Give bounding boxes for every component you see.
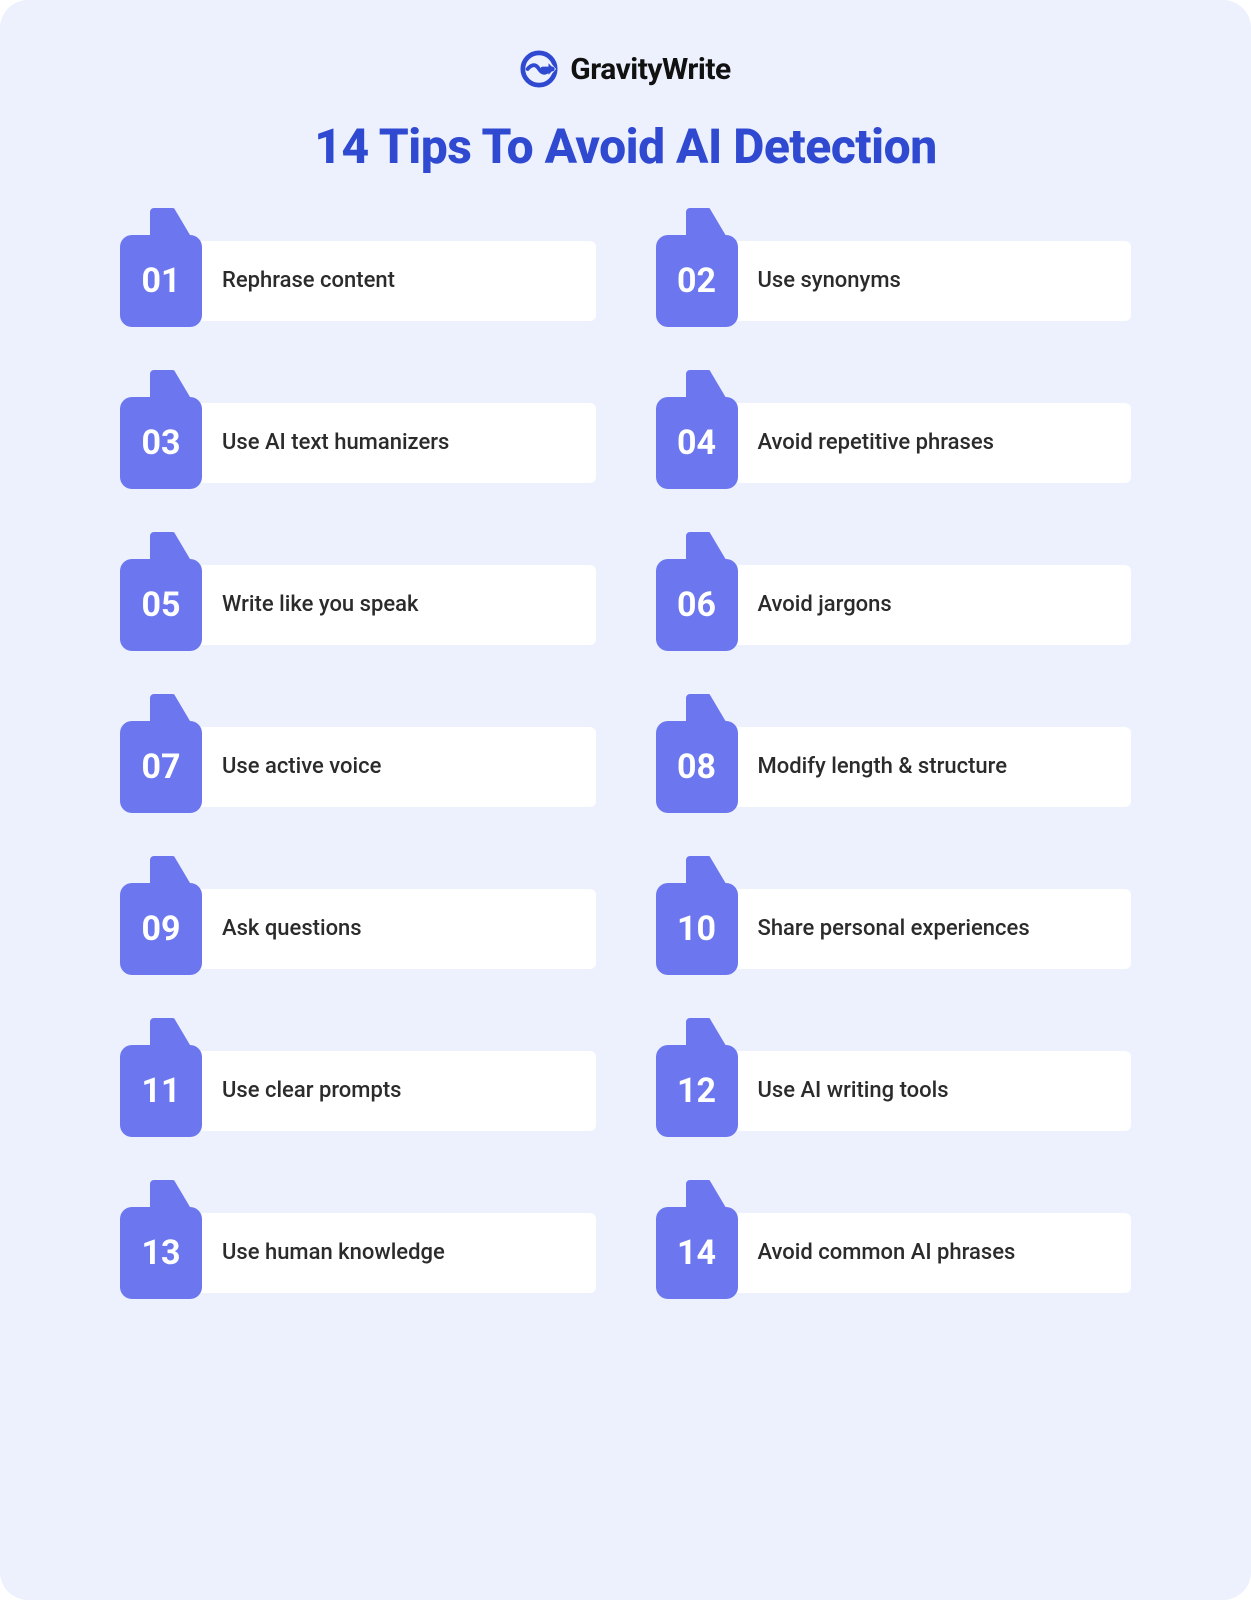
tip-card: Avoid common AI phrases — [714, 1213, 1132, 1293]
badge-tab — [150, 694, 190, 721]
tip-number-badge: 09 — [120, 883, 202, 975]
tip-text: Avoid repetitive phrases — [758, 429, 994, 458]
tip-text: Use synonyms — [758, 267, 901, 296]
tip-number-badge: 14 — [656, 1207, 738, 1299]
tip-number: 09 — [141, 909, 180, 949]
tip-number: 10 — [677, 909, 716, 949]
tip-item: 08 Modify length & structure — [656, 721, 1132, 813]
tip-number-badge: 02 — [656, 235, 738, 327]
tip-text: Share personal experiences — [758, 915, 1030, 944]
tip-item: 09 Ask questions — [120, 883, 596, 975]
tip-item: 01 Rephrase content — [120, 235, 596, 327]
page-title: 14 Tips To Avoid AI Detection — [0, 118, 1251, 175]
tip-text: Use AI text humanizers — [222, 429, 449, 458]
tip-item: 12 Use AI writing tools — [656, 1045, 1132, 1137]
tip-number-badge: 13 — [120, 1207, 202, 1299]
tip-item: 02 Use synonyms — [656, 235, 1132, 327]
tip-item: 04 Avoid repetitive phrases — [656, 397, 1132, 489]
tip-item: 11 Use clear prompts — [120, 1045, 596, 1137]
tip-number: 11 — [141, 1071, 180, 1111]
badge-tab — [150, 532, 190, 559]
badge-tab — [686, 694, 726, 721]
tip-item: 14 Avoid common AI phrases — [656, 1207, 1132, 1299]
tip-card: Use synonyms — [714, 241, 1132, 321]
tip-item: 03 Use AI text humanizers — [120, 397, 596, 489]
tip-number-badge: 05 — [120, 559, 202, 651]
brand-logo-icon — [520, 50, 558, 88]
tip-number-badge: 03 — [120, 397, 202, 489]
brand-header: GravityWrite — [0, 50, 1251, 88]
badge-tab — [686, 856, 726, 883]
badge-tab — [686, 208, 726, 235]
tip-card: Avoid jargons — [714, 565, 1132, 645]
brand-name: GravityWrite — [570, 52, 730, 87]
tip-number: 04 — [677, 423, 716, 463]
tip-card: Use AI writing tools — [714, 1051, 1132, 1131]
badge-tab — [150, 370, 190, 397]
tip-card: Avoid repetitive phrases — [714, 403, 1132, 483]
tip-number: 03 — [141, 423, 180, 463]
badge-tab — [686, 1180, 726, 1207]
badge-tab — [150, 1018, 190, 1045]
tip-number: 08 — [677, 747, 716, 787]
tip-number: 05 — [141, 585, 180, 625]
tip-number: 02 — [677, 261, 716, 301]
tip-item: 05 Write like you speak — [120, 559, 596, 651]
tip-number: 06 — [677, 585, 716, 625]
tip-number-badge: 07 — [120, 721, 202, 813]
tip-number: 13 — [141, 1233, 180, 1273]
tip-card: Use clear prompts — [178, 1051, 596, 1131]
tip-item: 06 Avoid jargons — [656, 559, 1132, 651]
tip-text: Ask questions — [222, 915, 362, 944]
tip-number-badge: 06 — [656, 559, 738, 651]
tip-card: Ask questions — [178, 889, 596, 969]
tip-text: Avoid common AI phrases — [758, 1239, 1016, 1268]
tip-text: Modify length & structure — [758, 753, 1008, 782]
tip-text: Rephrase content — [222, 267, 395, 296]
tip-number-badge: 10 — [656, 883, 738, 975]
tip-number-badge: 11 — [120, 1045, 202, 1137]
tip-text: Write like you speak — [222, 591, 418, 620]
badge-tab — [150, 856, 190, 883]
tip-number: 07 — [141, 747, 180, 787]
tip-card: Write like you speak — [178, 565, 596, 645]
tip-card: Use AI text humanizers — [178, 403, 596, 483]
badge-tab — [686, 1018, 726, 1045]
tip-card: Use human knowledge — [178, 1213, 596, 1293]
tip-text: Use human knowledge — [222, 1239, 445, 1268]
badge-tab — [150, 1180, 190, 1207]
tip-card: Modify length & structure — [714, 727, 1132, 807]
tip-text: Use clear prompts — [222, 1077, 401, 1106]
badge-tab — [686, 532, 726, 559]
tip-number: 12 — [677, 1071, 716, 1111]
tip-item: 10 Share personal experiences — [656, 883, 1132, 975]
tip-card: Rephrase content — [178, 241, 596, 321]
tip-number-badge: 08 — [656, 721, 738, 813]
tip-text: Use active voice — [222, 753, 381, 782]
tip-item: 13 Use human knowledge — [120, 1207, 596, 1299]
tip-text: Use AI writing tools — [758, 1077, 949, 1106]
page-container: GravityWrite 14 Tips To Avoid AI Detecti… — [0, 0, 1251, 1600]
badge-tab — [150, 208, 190, 235]
tip-text: Avoid jargons — [758, 591, 892, 620]
tip-item: 07 Use active voice — [120, 721, 596, 813]
badge-tab — [686, 370, 726, 397]
tip-number-badge: 01 — [120, 235, 202, 327]
tip-number: 14 — [677, 1233, 716, 1273]
tip-number-badge: 12 — [656, 1045, 738, 1137]
tip-number: 01 — [141, 261, 180, 301]
tip-number-badge: 04 — [656, 397, 738, 489]
tip-card: Use active voice — [178, 727, 596, 807]
tips-grid: 01 Rephrase content 02 Use synonyms 03 U… — [0, 235, 1251, 1299]
tip-card: Share personal experiences — [714, 889, 1132, 969]
